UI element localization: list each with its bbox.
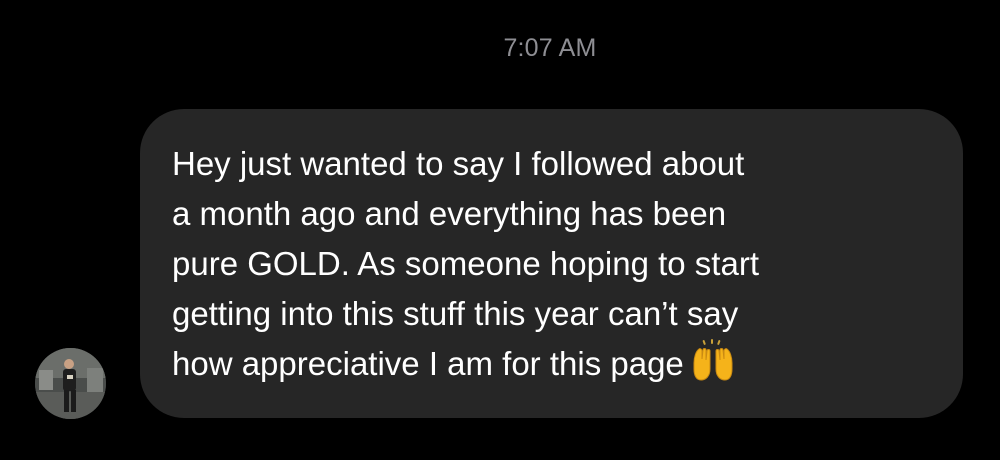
message-line-last: how appreciative I am for this page <box>172 339 933 395</box>
message-line-text: how appreciative I am for this page <box>172 345 684 382</box>
message-line: Hey just wanted to say I followed about <box>172 145 745 182</box>
message-line: a month ago and everything has been <box>172 195 727 232</box>
message-line: pure GOLD. As someone hoping to start <box>172 245 759 282</box>
raising-hands-emoji-icon <box>690 339 736 395</box>
message-timestamp: 7:07 AM <box>503 34 597 62</box>
message-bubble[interactable]: Hey just wanted to say I followed about … <box>140 109 963 418</box>
sender-avatar[interactable] <box>35 348 106 419</box>
avatar-photo-icon <box>35 348 106 419</box>
message-line: getting into this stuff this year can’t … <box>172 295 739 332</box>
